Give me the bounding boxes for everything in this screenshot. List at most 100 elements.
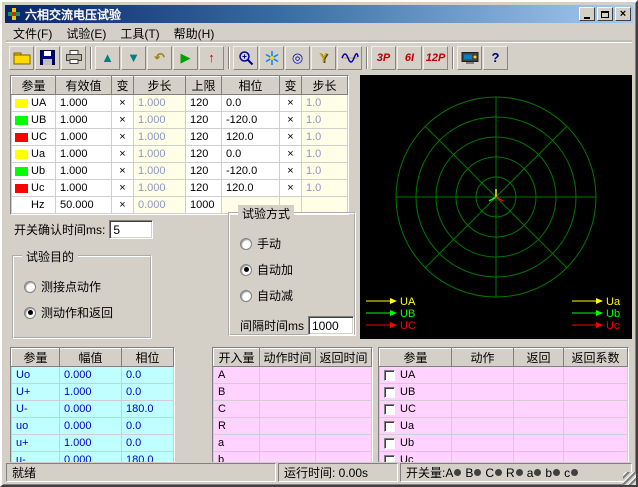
zoom-button[interactable]	[233, 46, 258, 70]
legend-label: UA	[400, 296, 416, 308]
switch-indicator-dot	[495, 469, 502, 476]
rms-cell[interactable]: 1.000	[56, 95, 112, 112]
radio-auto-increase[interactable]: 自动加	[240, 261, 354, 278]
help-button[interactable]: ?	[483, 46, 508, 70]
minimize-button[interactable]	[579, 7, 595, 21]
col-header: 参量	[12, 77, 56, 95]
step-cell[interactable]: 1.0	[302, 180, 348, 197]
checkbox[interactable]	[384, 438, 395, 449]
table-row: Uc 1.000 × 1.000 120 120.0 × 1.0	[12, 180, 348, 197]
spiral-button[interactable]: ◎	[285, 46, 310, 70]
radio-contact-action[interactable]: 测接点动作	[24, 278, 150, 295]
menu-tools[interactable]: 工具(T)	[113, 24, 166, 43]
save-button[interactable]	[35, 46, 60, 70]
seq-name: U+	[12, 384, 60, 401]
rms-cell[interactable]: 1.000	[56, 146, 112, 163]
vary-toggle[interactable]: ×	[112, 180, 134, 197]
radio-label: 测动作和返回	[41, 304, 113, 321]
title-bar[interactable]: 六相交流电压试验 ×	[5, 5, 633, 23]
print-button[interactable]	[61, 46, 86, 70]
legend-arrowhead	[596, 322, 603, 328]
step-cell[interactable]: 1.0	[302, 112, 348, 129]
phase-cell[interactable]: 120.0	[222, 129, 280, 146]
checkbox[interactable]	[384, 387, 395, 398]
vary-toggle[interactable]: ×	[112, 146, 134, 163]
vary-toggle[interactable]: ×	[280, 112, 302, 129]
snowflake-button[interactable]	[259, 46, 284, 70]
seq-name: U-	[12, 401, 60, 418]
vary-toggle[interactable]: ×	[280, 180, 302, 197]
step-cell[interactable]: 1.0	[302, 95, 348, 112]
limit-cell[interactable]: 1000	[186, 197, 222, 214]
phase-cell[interactable]: 120.0	[222, 180, 280, 197]
step-cell[interactable]: 1.000	[134, 180, 186, 197]
switch-indicator-dot	[454, 469, 461, 476]
limit-cell[interactable]: 120	[186, 129, 222, 146]
rms-cell[interactable]: 1.000	[56, 112, 112, 129]
limit-cell[interactable]: 120	[186, 112, 222, 129]
step-cell[interactable]: 1.000	[134, 112, 186, 129]
vary-toggle[interactable]: ×	[112, 163, 134, 180]
checkbox[interactable]	[384, 404, 395, 415]
switch-prefix: 开关量:	[406, 464, 445, 481]
return-coef-cell	[564, 367, 628, 384]
phase-cell[interactable]: 0.0	[222, 95, 280, 112]
step-cell[interactable]: 1.000	[134, 146, 186, 163]
rms-cell[interactable]: 1.000	[56, 129, 112, 146]
vary-toggle[interactable]: ×	[112, 95, 134, 112]
vary-toggle[interactable]: ×	[280, 163, 302, 180]
vary-toggle[interactable]: ×	[280, 146, 302, 163]
maximize-button[interactable]	[597, 7, 613, 21]
device-button[interactable]	[457, 46, 482, 70]
mode-12p-button[interactable]: 12P	[423, 46, 448, 70]
rms-cell[interactable]: 1.000	[56, 163, 112, 180]
vary-toggle[interactable]: ×	[112, 112, 134, 129]
vary-toggle[interactable]: ×	[112, 197, 134, 214]
mode-6i-button[interactable]: 6I	[397, 46, 422, 70]
checkbox[interactable]	[384, 455, 395, 463]
start-button[interactable]: ▶	[173, 46, 198, 70]
step-cell[interactable]: 1.0	[302, 146, 348, 163]
limit-cell[interactable]: 120	[186, 180, 222, 197]
menu-file[interactable]: 文件(F)	[6, 24, 59, 43]
rms-cell[interactable]: 50.000	[56, 197, 112, 214]
rms-cell[interactable]: 1.000	[56, 180, 112, 197]
step-cell[interactable]: 1.0	[302, 129, 348, 146]
param-label: UA	[31, 97, 46, 109]
mode-3p-button[interactable]: 3P	[371, 46, 396, 70]
step-cell[interactable]: 0.000	[134, 197, 186, 214]
waveform-button[interactable]	[337, 46, 362, 70]
phase-cell[interactable]: 0.0	[222, 146, 280, 163]
checkbox[interactable]	[384, 421, 395, 432]
limit-cell[interactable]: 120	[186, 146, 222, 163]
vary-toggle[interactable]: ×	[280, 95, 302, 112]
close-button[interactable]: ×	[615, 7, 631, 21]
interval-input[interactable]	[308, 316, 354, 335]
phase-cell[interactable]: -120.0	[222, 163, 280, 180]
raise-button[interactable]: ▲	[95, 46, 120, 70]
switch-confirm-input[interactable]	[109, 220, 153, 239]
step-cell[interactable]: 1.000	[134, 163, 186, 180]
vary-toggle[interactable]: ×	[112, 129, 134, 146]
radio-action-return[interactable]: 测动作和返回	[24, 304, 150, 321]
limit-cell[interactable]: 120	[186, 163, 222, 180]
radio-auto-decrease[interactable]: 自动减	[240, 287, 354, 304]
step-cell[interactable]: 1.000	[134, 129, 186, 146]
step-cell[interactable]	[302, 197, 348, 214]
limit-cell[interactable]: 120	[186, 95, 222, 112]
step-cell[interactable]: 1.000	[134, 95, 186, 112]
step-cell[interactable]: 1.0	[302, 163, 348, 180]
open-button[interactable]	[9, 46, 34, 70]
undo-button[interactable]: ↶	[147, 46, 172, 70]
checkbox[interactable]	[384, 370, 395, 381]
menu-help[interactable]: 帮助(H)	[167, 24, 222, 43]
stop-button[interactable]: ↑	[199, 46, 224, 70]
status-switches: 开关量: A B C R a b c	[400, 463, 632, 482]
radio-manual[interactable]: 手动	[240, 235, 354, 252]
lower-button[interactable]: ▼	[121, 46, 146, 70]
phase-cell[interactable]: -120.0	[222, 112, 280, 129]
menu-test[interactable]: 试验(E)	[59, 24, 113, 43]
resize-grip[interactable]	[623, 472, 636, 485]
vary-toggle[interactable]: ×	[280, 129, 302, 146]
vector-button[interactable]: Y	[311, 46, 336, 70]
